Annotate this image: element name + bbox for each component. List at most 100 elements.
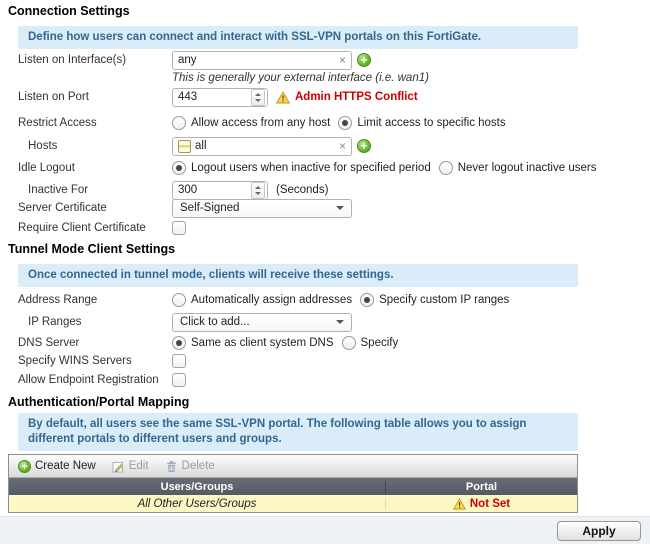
listen-port-input[interactable]: 443 — [172, 87, 268, 107]
limit-hosts-option[interactable]: Limit access to specific hosts — [357, 117, 505, 129]
radio-custom-ranges[interactable] — [360, 293, 375, 307]
svg-text:!: ! — [282, 93, 285, 103]
port-value: 443 — [178, 91, 198, 103]
dns-server-label: DNS Server — [18, 337, 80, 349]
require-client-certificate-label: Require Client Certificate — [18, 222, 146, 234]
address-range-label: Address Range — [18, 294, 98, 306]
row-listen-interfaces: Listen on Interface(s) any × + — [18, 50, 646, 70]
row-ip-ranges: IP Ranges Click to add... — [18, 312, 646, 332]
warning-icon: ! — [452, 497, 466, 509]
same-dns-option[interactable]: Same as client system DNS — [191, 337, 334, 349]
table-row[interactable]: All Other Users/Groups ! Not Set — [9, 495, 577, 512]
table-header-row: Users/Groups Portal — [9, 478, 577, 495]
delete-trash-icon — [166, 460, 176, 472]
restrict-access-label: Restrict Access — [18, 117, 97, 129]
row-server-certificate: Server Certificate Self-Signed — [18, 198, 646, 218]
info-bar-tunnel: Once connected in tunnel mode, clients w… — [18, 264, 578, 287]
footer-bar: Apply — [0, 516, 650, 544]
apply-button[interactable]: Apply — [557, 520, 641, 541]
delete-button[interactable]: Delete — [165, 460, 215, 473]
radio-never-logout[interactable] — [438, 161, 453, 175]
listen-interfaces-label: Listen on Interface(s) — [18, 54, 127, 66]
interface-value: any — [178, 54, 197, 66]
address-object-icon — [178, 139, 191, 153]
row-endpoint-registration: Allow Endpoint Registration — [18, 370, 646, 390]
radio-specify-dns[interactable] — [341, 336, 356, 350]
row-inactive-for: Inactive For 300 (Seconds) — [18, 180, 646, 200]
portal-header: Portal — [465, 480, 498, 493]
row-idle-logout: Idle Logout Logout users when inactive f… — [18, 158, 646, 178]
remove-host-icon[interactable]: × — [339, 140, 346, 152]
ip-ranges-select[interactable]: Click to add... — [172, 312, 352, 332]
ip-ranges-value: Click to add... — [180, 316, 250, 328]
never-logout-option[interactable]: Never logout inactive users — [458, 162, 597, 174]
idle-logout-label: Idle Logout — [18, 162, 75, 174]
listen-port-label: Listen on Port — [18, 91, 89, 103]
edit-button[interactable]: Edit — [112, 460, 149, 473]
section-title-portal-mapping: Authentication/Portal Mapping — [8, 395, 190, 409]
hosts-input[interactable]: all × — [172, 136, 352, 156]
row-require-client-certificate: Require Client Certificate — [18, 218, 646, 238]
endpoint-registration-checkbox[interactable] — [172, 373, 186, 387]
endpoint-registration-label: Allow Endpoint Registration — [18, 374, 159, 386]
require-client-certificate-checkbox[interactable] — [172, 221, 186, 235]
section-title-connection: Connection Settings — [8, 4, 130, 18]
radio-allow-any-host[interactable] — [172, 116, 186, 130]
users-groups-header: Users/Groups — [9, 480, 386, 493]
info-bar-connection: Define how users can connect and interac… — [18, 26, 578, 49]
create-new-button[interactable]: + Create New — [18, 459, 96, 473]
hosts-label: Hosts — [28, 140, 58, 152]
inactive-for-stepper[interactable] — [251, 181, 265, 199]
auto-assign-option[interactable]: Automatically assign addresses — [191, 294, 352, 306]
radio-auto-assign[interactable] — [172, 293, 186, 307]
hosts-value: all — [195, 140, 207, 152]
radio-logout-inactive[interactable] — [172, 161, 186, 175]
port-conflict-warning: Admin HTTPS Conflict — [295, 91, 418, 103]
custom-ranges-option[interactable]: Specify custom IP ranges — [379, 294, 509, 306]
port-stepper[interactable] — [251, 88, 265, 106]
server-certificate-value: Self-Signed — [180, 202, 240, 214]
section-title-tunnel: Tunnel Mode Client Settings — [8, 242, 176, 256]
portal-cell: ! Not Set — [386, 498, 577, 510]
create-new-icon: + — [18, 459, 31, 473]
logout-inactive-option[interactable]: Logout users when inactive for specified… — [191, 162, 431, 174]
edit-pencil-icon — [112, 461, 124, 472]
info-bar-portal-mapping: By default, all users see the same SSL-V… — [18, 413, 578, 451]
specify-wins-label: Specify WINS Servers — [18, 355, 132, 367]
chevron-down-icon — [336, 320, 344, 324]
portal-not-set: Not Set — [469, 497, 511, 510]
row-hosts: Hosts all × + — [18, 136, 646, 156]
create-new-label: Create New — [35, 460, 96, 472]
inactive-for-label: Inactive For — [28, 184, 89, 196]
remove-interface-icon[interactable]: × — [339, 54, 346, 66]
row-specify-wins: Specify WINS Servers — [18, 351, 646, 371]
radio-limit-hosts[interactable] — [338, 116, 353, 130]
row-listen-port: Listen on Port 443 ! Admin HTTPS Conflic… — [18, 87, 646, 107]
add-interface-button[interactable]: + — [357, 53, 371, 67]
table-toolbar: + Create New Edit Delete — [9, 455, 577, 478]
listen-interfaces-input[interactable]: any × — [172, 50, 352, 70]
portal-mapping-table: + Create New Edit Delete Users/Groups Po… — [8, 454, 578, 513]
row-restrict-access: Restrict Access Allow access from any ho… — [18, 113, 646, 133]
chevron-down-icon — [336, 206, 344, 210]
edit-label: Edit — [128, 460, 149, 472]
users-groups-cell: All Other Users/Groups — [9, 497, 386, 510]
inactive-for-input[interactable]: 300 — [172, 180, 268, 200]
delete-label: Delete — [181, 460, 215, 472]
radio-same-dns[interactable] — [172, 336, 186, 350]
warning-icon: ! — [276, 90, 290, 103]
specify-wins-checkbox[interactable] — [172, 354, 186, 368]
allow-any-host-option[interactable]: Allow access from any host — [191, 117, 330, 129]
ssl-vpn-settings-page: Connection Settings Define how users can… — [0, 0, 650, 551]
row-dns-server: DNS Server Same as client system DNS Spe… — [18, 333, 646, 353]
server-certificate-select[interactable]: Self-Signed — [172, 198, 352, 218]
svg-text:!: ! — [458, 500, 461, 509]
interface-note: This is generally your external interfac… — [172, 72, 429, 84]
inactive-for-value: 300 — [178, 184, 198, 196]
add-host-button[interactable]: + — [357, 139, 371, 153]
seconds-suffix: (Seconds) — [276, 184, 329, 196]
ip-ranges-label: IP Ranges — [28, 316, 82, 328]
server-certificate-label: Server Certificate — [18, 202, 107, 214]
specify-dns-option[interactable]: Specify — [361, 337, 399, 349]
row-address-range: Address Range Automatically assign addre… — [18, 290, 646, 310]
